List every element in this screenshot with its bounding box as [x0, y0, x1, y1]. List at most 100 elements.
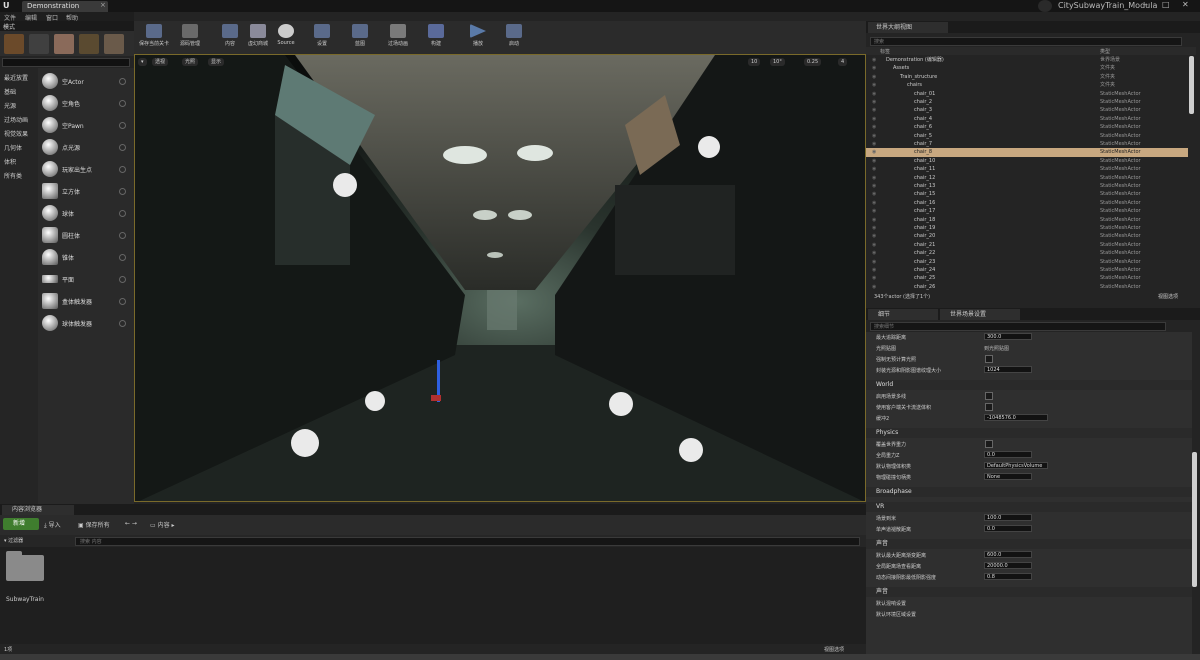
place-mode-icon[interactable] — [4, 34, 24, 54]
outliner-row[interactable]: ◉ chair_26 StaticMeshActor — [866, 283, 1188, 290]
details-checkbox[interactable] — [985, 355, 993, 363]
details-checkbox[interactable] — [985, 392, 993, 400]
outliner-row[interactable]: ◉ chair_13 StaticMeshActor — [866, 182, 1188, 190]
visibility-eye-icon[interactable]: ◉ — [872, 140, 876, 148]
place-item-cylinder[interactable]: 圆柱体 — [38, 225, 134, 245]
details-property-value[interactable]: DefaultPhysicsVolume — [984, 462, 1048, 469]
details-tab[interactable]: 细节 — [868, 309, 938, 320]
unreal-logo-icon[interactable]: U — [3, 1, 13, 11]
visibility-eye-icon[interactable]: ◉ — [872, 241, 876, 249]
search-classes-input[interactable] — [2, 58, 130, 67]
visibility-eye-icon[interactable]: ◉ — [872, 157, 876, 165]
settings-button[interactable]: 设置 — [304, 23, 340, 53]
modes-title[interactable]: 模式 — [3, 22, 15, 31]
info-icon[interactable] — [119, 188, 126, 195]
path-breadcrumb[interactable]: ▭ 内容 ▸ — [150, 520, 175, 529]
category-visual-effects[interactable]: 视觉效果 — [4, 129, 28, 138]
visibility-eye-icon[interactable]: ◉ — [872, 258, 876, 266]
rotation-snap-value[interactable]: 10° — [770, 58, 785, 66]
camera-speed-value[interactable]: 4 — [838, 58, 848, 66]
details-property-value[interactable]: 300.0 — [984, 333, 1032, 340]
outliner-row[interactable]: ◉ chair_23 StaticMeshActor — [866, 258, 1188, 266]
source-control-button[interactable]: 源码管理 — [172, 23, 208, 53]
visibility-eye-icon[interactable]: ◉ — [872, 90, 876, 98]
outliner-row[interactable]: ◉ chair_3 StaticMeshActor — [866, 106, 1188, 114]
visibility-eye-icon[interactable]: ◉ — [872, 174, 876, 182]
history-nav-icon[interactable]: ← → — [125, 520, 137, 527]
info-icon[interactable] — [119, 100, 126, 107]
place-item-empty-character[interactable]: 空角色 — [38, 93, 134, 113]
folder-subwaytrain[interactable] — [6, 555, 44, 581]
visibility-eye-icon[interactable]: ◉ — [872, 249, 876, 257]
outliner-row[interactable]: ◉ chair_24 StaticMeshActor — [866, 266, 1188, 274]
visibility-eye-icon[interactable]: ◉ — [872, 98, 876, 106]
category-volumes[interactable]: 体积 — [4, 157, 16, 166]
info-icon[interactable] — [119, 166, 126, 173]
details-property-value[interactable]: -1048576.0 — [984, 414, 1048, 421]
visibility-eye-icon[interactable]: ◉ — [872, 190, 876, 198]
world-settings-tab[interactable]: 世界场景设置 — [940, 309, 1020, 320]
outliner-row[interactable]: ◉ chair_19 StaticMeshActor — [866, 224, 1188, 232]
visibility-eye-icon[interactable]: ◉ — [872, 207, 876, 215]
details-property-value[interactable]: 0.0 — [984, 525, 1032, 532]
info-icon[interactable] — [119, 210, 126, 217]
details-property-value[interactable]: 0.8 — [984, 573, 1032, 580]
visibility-eye-icon[interactable]: ◉ — [872, 224, 876, 232]
details-section-header[interactable]: Broadphase — [866, 487, 1192, 497]
visibility-eye-icon[interactable]: ◉ — [872, 232, 876, 240]
show-button[interactable]: 显示 — [208, 58, 225, 66]
maximize-button[interactable]: □ — [1162, 0, 1170, 9]
details-property-value[interactable]: 100.0 — [984, 514, 1032, 521]
add-new-button[interactable]: 新增 — [3, 518, 39, 530]
info-icon[interactable] — [119, 320, 126, 327]
category-cinematic[interactable]: 过场动画 — [4, 115, 28, 124]
outliner-row[interactable]: ◉ chair_5 StaticMeshActor — [866, 132, 1188, 140]
outliner-row[interactable]: ◉ chair_6 StaticMeshActor — [866, 123, 1188, 131]
visibility-eye-icon[interactable]: ◉ — [872, 165, 876, 173]
place-item-empty-pawn[interactable]: 空Pawn — [38, 115, 134, 135]
details-checkbox[interactable] — [985, 440, 993, 448]
place-item-sphere[interactable]: 球体 — [38, 203, 134, 223]
info-icon[interactable] — [119, 276, 126, 283]
column-label[interactable]: 标签 — [880, 48, 890, 55]
level-viewport[interactable] — [134, 54, 866, 502]
view-options-button[interactable]: 视图选项 — [824, 646, 844, 653]
paint-mode-icon[interactable] — [29, 34, 49, 54]
details-property-value[interactable]: 0.0 — [984, 451, 1032, 458]
outliner-row[interactable]: ◉ chair_18 StaticMeshActor — [866, 216, 1188, 224]
details-property-value[interactable]: 1024 — [984, 366, 1032, 373]
outliner-row[interactable]: ◉ chair_16 StaticMeshActor — [866, 199, 1188, 207]
category-basic[interactable]: 基础 — [4, 87, 16, 96]
viewport-options-button[interactable]: ▾ — [138, 58, 147, 66]
import-button[interactable]: ⤓ 导入 — [44, 520, 61, 530]
source-button[interactable]: Source — [268, 23, 304, 53]
outliner-row[interactable]: ◉ chair_2 StaticMeshActor — [866, 98, 1188, 106]
visibility-eye-icon[interactable]: ◉ — [872, 64, 876, 72]
info-icon[interactable] — [119, 78, 126, 85]
place-item-cube[interactable]: 立方体 — [38, 181, 134, 201]
visibility-eye-icon[interactable]: ◉ — [872, 106, 876, 114]
outliner-row[interactable]: ◉ chair_15 StaticMeshActor — [866, 190, 1188, 198]
details-checkbox[interactable] — [985, 403, 993, 411]
visibility-eye-icon[interactable]: ◉ — [872, 216, 876, 224]
place-item-point-light[interactable]: 点光源 — [38, 137, 134, 157]
lit-button[interactable]: 光照 — [182, 58, 199, 66]
launch-button[interactable]: 启动 — [496, 23, 532, 53]
foliage-mode-icon[interactable] — [79, 34, 99, 54]
play-button[interactable]: 播放 — [460, 23, 496, 53]
level-tab[interactable]: Demonstration — [22, 1, 108, 12]
details-section-header[interactable]: Physics — [866, 428, 1192, 438]
column-type[interactable]: 类型 — [1100, 48, 1110, 55]
place-item-player-start[interactable]: 玩家出生点 — [38, 159, 134, 179]
visibility-eye-icon[interactable]: ◉ — [872, 123, 876, 131]
blueprints-button[interactable]: 蓝图 — [342, 23, 378, 53]
place-item-cone[interactable]: 锥体 — [38, 247, 134, 267]
details-property-value[interactable]: 20000.0 — [984, 562, 1032, 569]
outliner-row[interactable]: ◉ chair_21 StaticMeshActor — [866, 241, 1188, 249]
details-section-header[interactable]: 声音 — [866, 587, 1192, 597]
outliner-row[interactable]: ◉ chair_7 StaticMeshActor — [866, 140, 1188, 148]
outliner-row[interactable]: ◉ chair_25 StaticMeshActor — [866, 274, 1188, 282]
outliner-row[interactable]: ◉ Demonstration (编辑器) 世界场景 — [866, 56, 1188, 64]
info-icon[interactable] — [119, 232, 126, 239]
outliner-scrollbar[interactable] — [1189, 56, 1194, 114]
